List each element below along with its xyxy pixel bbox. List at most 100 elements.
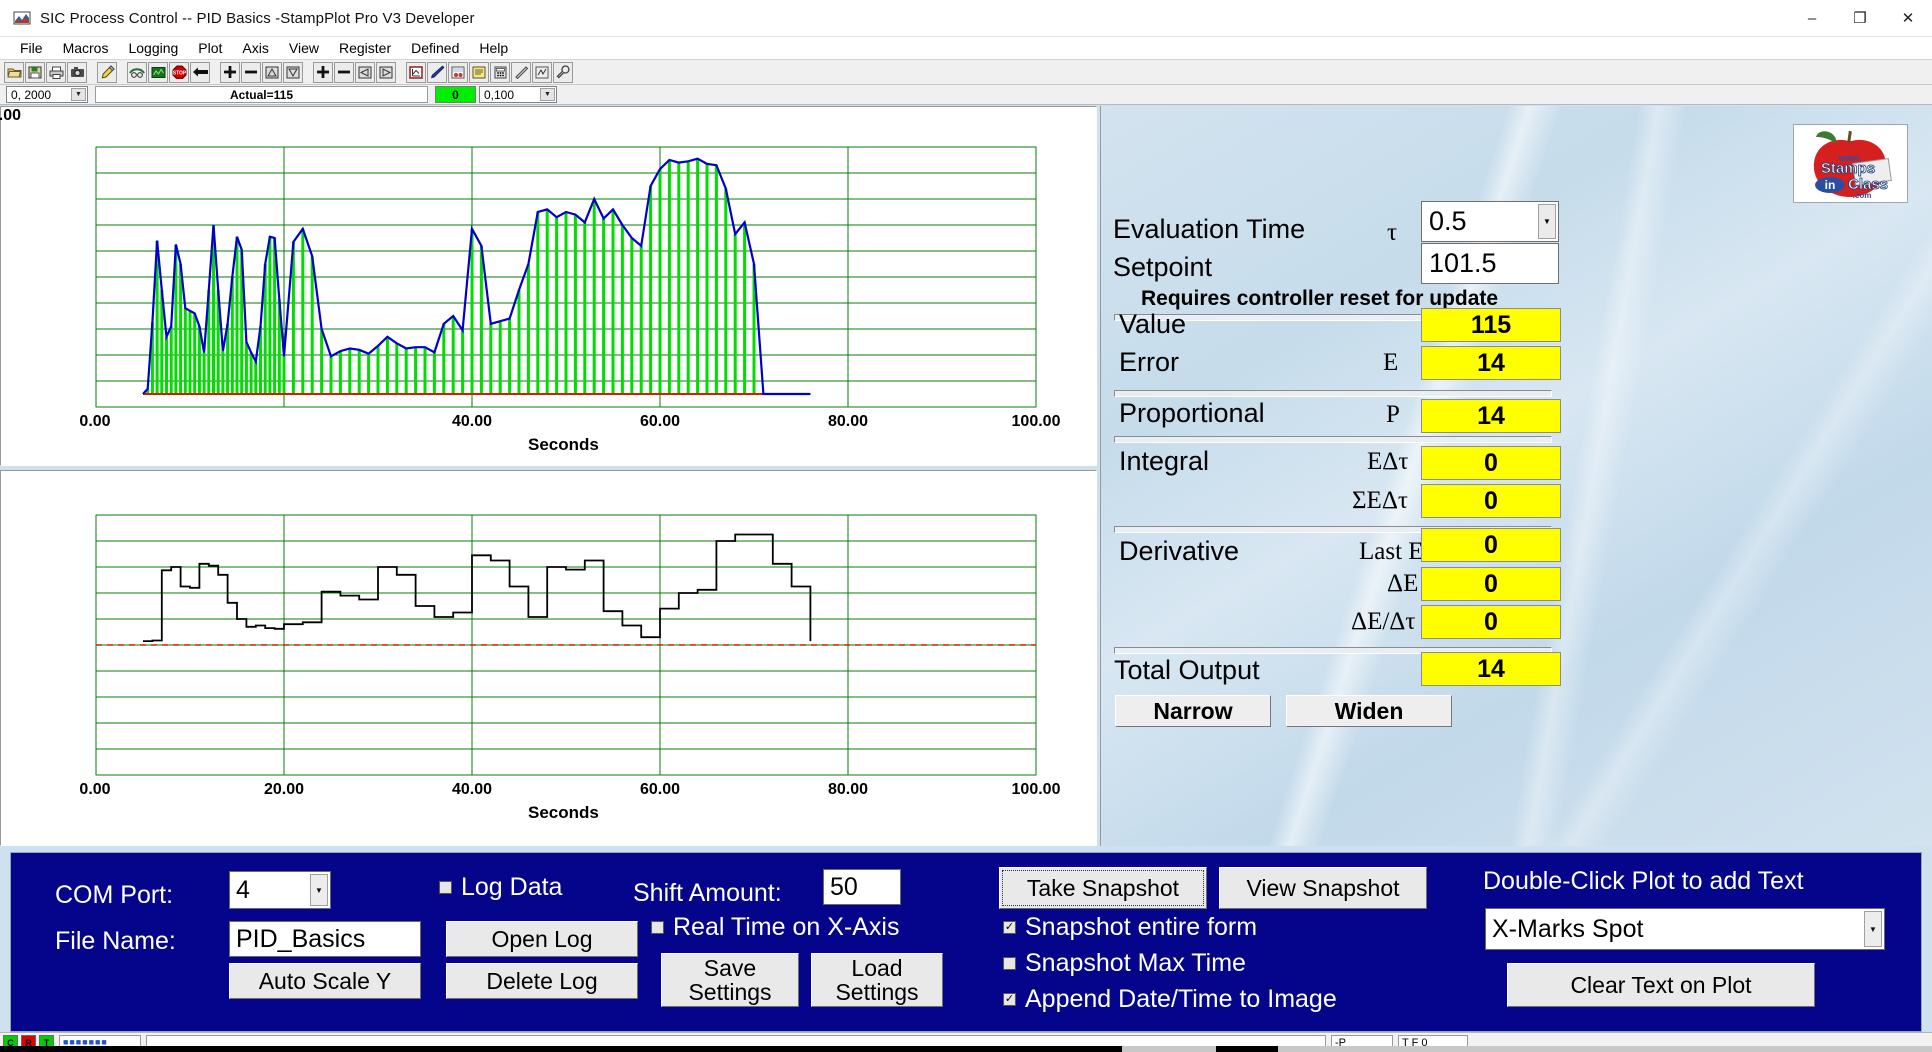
wrench-icon[interactable]	[553, 61, 573, 83]
taskbar-strip	[0, 1046, 1932, 1052]
snapshot-max-time-label: Snapshot Max Time	[1025, 949, 1246, 977]
close-button[interactable]: ✕	[1884, 0, 1932, 36]
wand-icon[interactable]	[511, 61, 531, 83]
interval-value: 0,100	[484, 87, 515, 102]
log-data-checkbox-box[interactable]	[439, 881, 452, 894]
shift-right-icon[interactable]	[376, 61, 396, 83]
load-settings-button[interactable]: Load Settings	[811, 953, 943, 1007]
total-output-readout-text: 14	[1477, 654, 1505, 683]
menu-view[interactable]: View	[279, 37, 329, 60]
interval-combo[interactable]: 0,100 ▼	[479, 86, 557, 103]
print-icon[interactable]	[46, 61, 66, 83]
scale-range-combo[interactable]: 0, 2000 ▼	[6, 86, 88, 103]
config-row: 0, 2000 ▼ Actual=115 0 0,100 ▼	[0, 85, 1932, 105]
bot-xtick-0: 0.00	[79, 781, 111, 798]
scale-up-icon[interactable]	[262, 61, 282, 83]
open-log-button[interactable]: Open Log	[446, 921, 638, 957]
chevron-down-icon-com[interactable]: ▼	[310, 874, 328, 906]
save-settings-line1: Save	[703, 954, 757, 981]
error-readout: 14	[1421, 346, 1561, 380]
minimize-button[interactable]: –	[1788, 0, 1836, 36]
snapshot-max-time-box[interactable]	[1003, 957, 1016, 970]
menu-defined[interactable]: Defined	[401, 37, 469, 60]
evaluation-time-combo[interactable]: 0.5 ▼	[1421, 201, 1559, 242]
minus2-icon[interactable]	[334, 61, 354, 83]
scale-down-icon[interactable]	[283, 61, 303, 83]
stop-icon[interactable]: STOP	[169, 61, 189, 83]
delta-e-readout-text: 0	[1484, 569, 1498, 598]
snapshot-entire-form-box[interactable]: ✓	[1003, 921, 1016, 934]
snapshot-entire-form-label: Snapshot entire form	[1025, 913, 1258, 941]
monitor-icon[interactable]	[148, 61, 168, 83]
append-datetime-label: Append Date/Time to Image	[1025, 985, 1337, 1013]
svg-text:Stamps: Stamps	[1821, 160, 1875, 177]
com-port-combo[interactable]: 4 ▼	[229, 871, 331, 909]
menu-logging[interactable]: Logging	[118, 37, 188, 60]
save-settings-line2: Settings	[688, 979, 772, 1005]
auto-scale-y-button[interactable]: Auto Scale Y	[229, 963, 421, 999]
text-marker-combo[interactable]: X-Marks Spot ▼	[1485, 908, 1885, 950]
snapshot-entire-form-checkbox[interactable]: ✓ Snapshot entire form	[1003, 913, 1257, 942]
shift-amount-input[interactable]: 50	[823, 869, 901, 905]
chevron-down-icon-marker[interactable]: ▼	[1864, 911, 1882, 947]
menu-macros[interactable]: Macros	[53, 37, 119, 60]
log-data-checkbox[interactable]: Log Data	[439, 873, 562, 902]
svg-text:STOP: STOP	[172, 71, 186, 77]
append-datetime-checkbox[interactable]: ✓ Append Date/Time to Image	[1003, 985, 1337, 1014]
menu-file[interactable]: File	[10, 37, 53, 60]
top-xtick-0: 0.00	[79, 413, 111, 430]
delete-log-button[interactable]: Delete Log	[446, 963, 638, 999]
pid-panel: www. Stamps in Class .com Evaluation Tim…	[1100, 106, 1932, 846]
chevron-down-icon[interactable]: ▼	[71, 88, 86, 101]
shift-left-icon[interactable]	[355, 61, 375, 83]
left-arrow-icon[interactable]	[190, 61, 210, 83]
title-bar: SIC Process Control -- PID Basics -Stamp…	[0, 0, 1932, 37]
plot-window-icon[interactable]	[406, 61, 426, 83]
com-port-label: COM Port:	[55, 881, 174, 909]
value-readout: 115	[1421, 308, 1561, 342]
menu-help[interactable]: Help	[469, 37, 518, 60]
real-time-checkbox[interactable]: Real Time on X-Axis	[651, 913, 899, 942]
take-snapshot-button[interactable]: Take Snapshot	[999, 867, 1207, 909]
save-settings-button[interactable]: Save Settings	[661, 953, 799, 1007]
total-output-label: Total Output	[1114, 655, 1260, 685]
data-icon[interactable]	[448, 61, 468, 83]
widen-button[interactable]: Widen	[1286, 695, 1452, 727]
narrow-button[interactable]: Narrow	[1115, 695, 1271, 727]
delta-e-readout: 0	[1421, 567, 1561, 601]
main-area: 2000.00 1800.00 1600.00 1400.00 1200.00 …	[0, 106, 1932, 846]
menu-register[interactable]: Register	[329, 37, 401, 60]
clear-text-on-plot-button[interactable]: Clear Text on Plot	[1507, 963, 1815, 1007]
menu-plot[interactable]: Plot	[188, 37, 232, 60]
snapshot-max-time-checkbox[interactable]: Snapshot Max Time	[1003, 949, 1246, 978]
minus-icon[interactable]	[241, 61, 261, 83]
chevron-down-icon-eval[interactable]: ▼	[1538, 204, 1556, 239]
auto-scale-y-label: Auto Scale Y	[258, 967, 392, 994]
camera-icon[interactable]	[67, 61, 87, 83]
pen-icon[interactable]	[427, 61, 447, 83]
maximize-button[interactable]: ❐	[1836, 0, 1884, 36]
bot-xtick-100: 100.00	[1011, 781, 1061, 798]
file-name-input[interactable]: PID_Basics	[229, 921, 421, 957]
chevron-down-icon-2[interactable]: ▼	[540, 88, 555, 101]
notes-icon[interactable]	[469, 61, 489, 83]
menu-axis[interactable]: Axis	[232, 37, 278, 60]
window-title: SIC Process Control -- PID Basics -Stamp…	[40, 9, 475, 27]
plus-icon[interactable]	[220, 61, 240, 83]
top-plot-panel[interactable]: 2000.00 1800.00 1600.00 1400.00 1200.00 …	[0, 106, 1097, 466]
plus2-icon[interactable]	[313, 61, 333, 83]
connect-icon[interactable]	[127, 61, 147, 83]
calculator-icon[interactable]	[490, 61, 510, 83]
append-datetime-box[interactable]: ✓	[1003, 993, 1016, 1006]
view-snapshot-label: View Snapshot	[1246, 874, 1400, 901]
save-icon[interactable]	[25, 61, 45, 83]
real-time-checkbox-box[interactable]	[651, 921, 664, 934]
setpoint-input[interactable]: 101.5	[1421, 243, 1559, 284]
bot-xtick-60: 60.00	[639, 781, 681, 798]
open-icon[interactable]	[4, 61, 24, 83]
macro-icon[interactable]	[532, 61, 552, 83]
view-snapshot-button[interactable]: View Snapshot	[1219, 867, 1427, 909]
top-x-axis-title: Seconds	[528, 435, 599, 454]
pencil-eraser-icon[interactable]	[97, 61, 117, 83]
bottom-plot-panel[interactable]: 2000.00 1600.00 1200.00 800.00 400.00 0.…	[0, 470, 1097, 846]
